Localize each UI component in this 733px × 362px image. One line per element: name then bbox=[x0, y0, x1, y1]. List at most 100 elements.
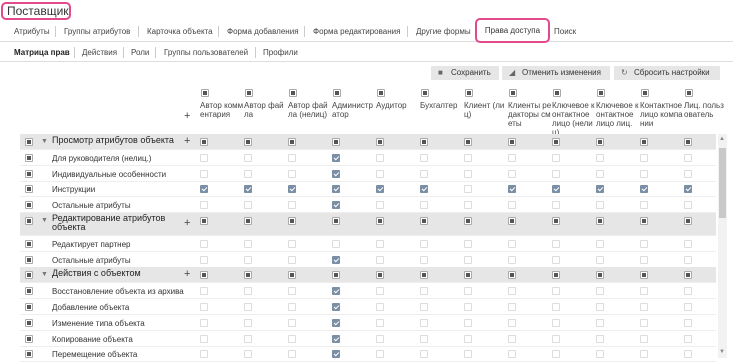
permission-checkbox[interactable] bbox=[332, 256, 340, 264]
scroll-thumb[interactable] bbox=[719, 148, 726, 218]
permission-checkbox[interactable] bbox=[508, 217, 516, 225]
permission-checkbox[interactable] bbox=[200, 287, 208, 295]
permission-checkbox[interactable] bbox=[200, 138, 208, 146]
permission-checkbox[interactable] bbox=[596, 154, 604, 162]
permission-checkbox[interactable] bbox=[684, 185, 692, 193]
permission-checkbox[interactable] bbox=[420, 303, 428, 311]
row-select-checkbox[interactable] bbox=[25, 271, 33, 279]
permission-checkbox[interactable] bbox=[332, 303, 340, 311]
permission-checkbox[interactable] bbox=[244, 335, 252, 343]
reset-settings-button[interactable]: ↻ Сбросить настройки bbox=[614, 66, 720, 80]
permission-checkbox[interactable] bbox=[288, 201, 296, 209]
permission-checkbox[interactable] bbox=[376, 217, 384, 225]
permission-checkbox[interactable] bbox=[200, 201, 208, 209]
permission-checkbox[interactable] bbox=[200, 185, 208, 193]
add-column-icon[interactable]: + bbox=[184, 110, 190, 122]
permission-checkbox[interactable] bbox=[640, 185, 648, 193]
permission-checkbox[interactable] bbox=[684, 170, 692, 178]
permission-checkbox[interactable] bbox=[464, 256, 472, 264]
permission-checkbox[interactable] bbox=[684, 240, 692, 248]
permission-checkbox[interactable] bbox=[508, 185, 516, 193]
permission-checkbox[interactable] bbox=[200, 350, 208, 358]
row-select-checkbox[interactable] bbox=[25, 350, 33, 358]
tab-roles[interactable]: Роли bbox=[131, 48, 149, 57]
permission-checkbox[interactable] bbox=[552, 256, 560, 264]
permission-checkbox[interactable] bbox=[332, 170, 340, 178]
permission-checkbox[interactable] bbox=[376, 185, 384, 193]
permission-checkbox[interactable] bbox=[200, 256, 208, 264]
permission-checkbox[interactable] bbox=[640, 138, 648, 146]
row-select-checkbox[interactable] bbox=[25, 319, 33, 327]
permission-checkbox[interactable] bbox=[200, 271, 208, 279]
permission-checkbox[interactable] bbox=[464, 335, 472, 343]
permission-checkbox[interactable] bbox=[288, 170, 296, 178]
permission-checkbox[interactable] bbox=[200, 154, 208, 162]
permission-checkbox[interactable] bbox=[420, 217, 428, 225]
permission-checkbox[interactable] bbox=[596, 201, 604, 209]
permission-checkbox[interactable] bbox=[464, 185, 472, 193]
permission-checkbox[interactable] bbox=[684, 350, 692, 358]
permission-checkbox[interactable] bbox=[420, 319, 428, 327]
permission-checkbox[interactable] bbox=[552, 154, 560, 162]
permission-checkbox[interactable] bbox=[332, 154, 340, 162]
permission-checkbox[interactable] bbox=[640, 240, 648, 248]
permission-checkbox[interactable] bbox=[288, 319, 296, 327]
permission-checkbox[interactable] bbox=[552, 240, 560, 248]
permission-checkbox[interactable] bbox=[288, 256, 296, 264]
tab-add-form[interactable]: Форма добавления bbox=[227, 27, 299, 36]
add-row-icon[interactable]: + bbox=[184, 268, 190, 280]
permission-checkbox[interactable] bbox=[552, 350, 560, 358]
permission-checkbox[interactable] bbox=[684, 319, 692, 327]
tab-rights-matrix[interactable]: Матрица прав bbox=[14, 48, 70, 57]
row-select-checkbox[interactable] bbox=[25, 287, 33, 295]
permission-checkbox[interactable] bbox=[420, 256, 428, 264]
tab-actions[interactable]: Действия bbox=[82, 48, 117, 57]
permission-checkbox[interactable] bbox=[464, 271, 472, 279]
permission-checkbox[interactable] bbox=[552, 303, 560, 311]
permission-checkbox[interactable] bbox=[332, 319, 340, 327]
tab-user-groups[interactable]: Группы пользователей bbox=[164, 48, 248, 57]
permission-checkbox[interactable] bbox=[288, 335, 296, 343]
permission-checkbox[interactable] bbox=[684, 271, 692, 279]
permission-checkbox[interactable] bbox=[288, 350, 296, 358]
permission-checkbox[interactable] bbox=[596, 217, 604, 225]
permission-checkbox[interactable] bbox=[508, 170, 516, 178]
permission-checkbox[interactable] bbox=[640, 287, 648, 295]
permission-checkbox[interactable] bbox=[552, 271, 560, 279]
column-select-checkbox[interactable] bbox=[553, 89, 561, 97]
add-row-icon[interactable]: + bbox=[184, 217, 190, 229]
permission-checkbox[interactable] bbox=[596, 287, 604, 295]
permission-checkbox[interactable] bbox=[200, 335, 208, 343]
permission-checkbox[interactable] bbox=[684, 201, 692, 209]
permission-checkbox[interactable] bbox=[376, 271, 384, 279]
tab-profiles[interactable]: Профили bbox=[263, 48, 298, 57]
collapse-triangle-icon[interactable]: ▼ bbox=[41, 138, 48, 145]
tab-edit-form[interactable]: Форма редактирования bbox=[313, 27, 400, 36]
tab-attribute-groups[interactable]: Группы атрибутов bbox=[64, 27, 130, 36]
permission-checkbox[interactable] bbox=[244, 271, 252, 279]
permission-checkbox[interactable] bbox=[596, 256, 604, 264]
permission-checkbox[interactable] bbox=[464, 217, 472, 225]
permission-checkbox[interactable] bbox=[464, 138, 472, 146]
column-select-checkbox[interactable] bbox=[641, 89, 649, 97]
permission-checkbox[interactable] bbox=[552, 335, 560, 343]
column-select-checkbox[interactable] bbox=[509, 89, 517, 97]
permission-checkbox[interactable] bbox=[376, 240, 384, 248]
row-select-checkbox[interactable] bbox=[25, 201, 33, 209]
row-select-checkbox[interactable] bbox=[25, 303, 33, 311]
row-select-checkbox[interactable] bbox=[25, 170, 33, 178]
permission-checkbox[interactable] bbox=[640, 256, 648, 264]
add-row-icon[interactable]: + bbox=[184, 135, 190, 147]
save-button[interactable]: ■ Сохранить bbox=[431, 66, 499, 80]
permission-checkbox[interactable] bbox=[464, 170, 472, 178]
permission-checkbox[interactable] bbox=[288, 303, 296, 311]
permission-checkbox[interactable] bbox=[376, 303, 384, 311]
permission-checkbox[interactable] bbox=[200, 170, 208, 178]
permission-checkbox[interactable] bbox=[420, 335, 428, 343]
permission-checkbox[interactable] bbox=[464, 201, 472, 209]
column-select-checkbox[interactable] bbox=[685, 89, 693, 97]
permission-checkbox[interactable] bbox=[376, 350, 384, 358]
permission-checkbox[interactable] bbox=[244, 287, 252, 295]
permission-checkbox[interactable] bbox=[376, 154, 384, 162]
permission-checkbox[interactable] bbox=[244, 240, 252, 248]
